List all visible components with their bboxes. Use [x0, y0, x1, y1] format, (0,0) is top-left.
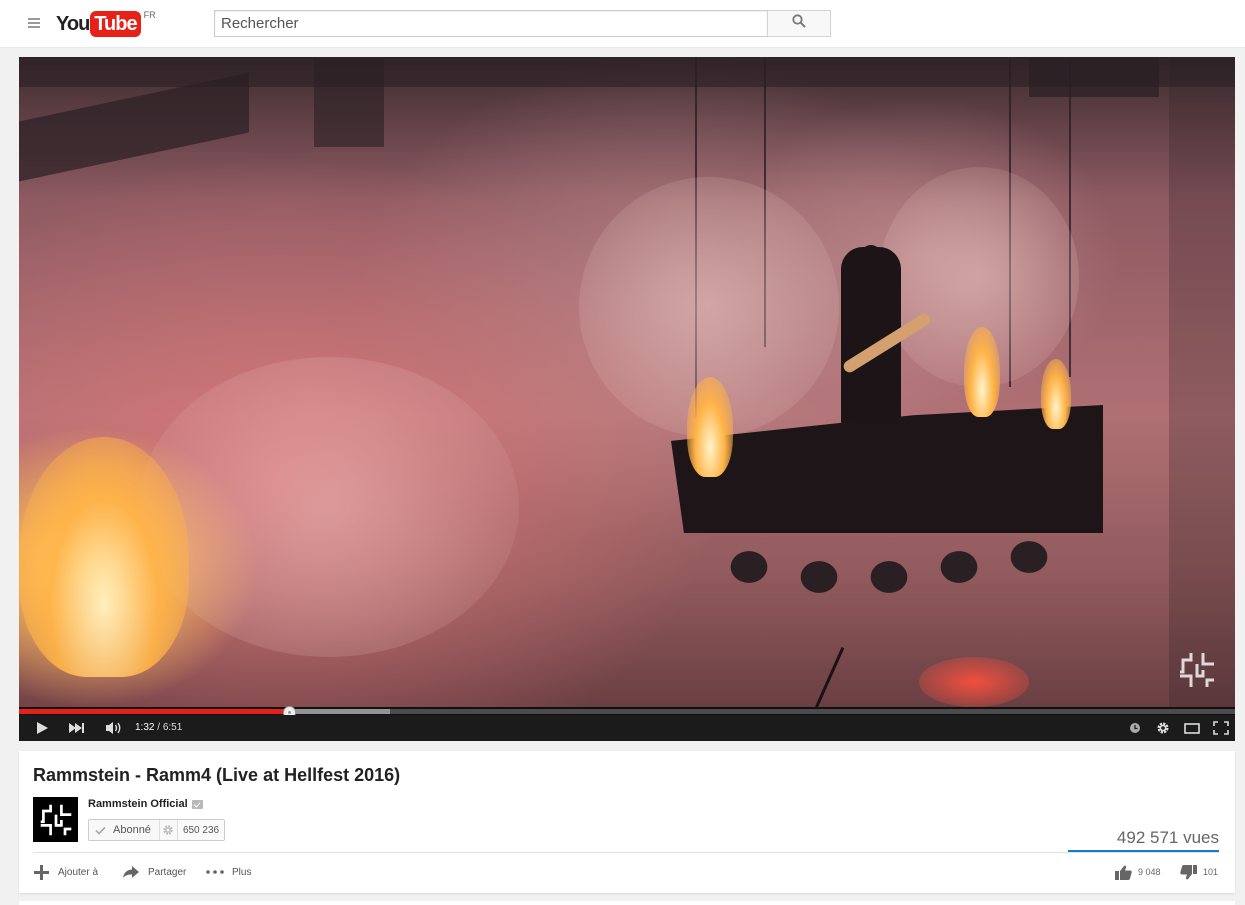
watch-later-icon[interactable]: [1125, 715, 1145, 741]
progress-played: [19, 709, 289, 714]
subscribe-label: Abonné: [113, 824, 151, 836]
like-count: 9 048: [1138, 867, 1161, 877]
search-input[interactable]: [215, 11, 767, 36]
hamburger-menu-icon[interactable]: [24, 16, 44, 32]
subscription-settings-icon[interactable]: [160, 820, 178, 840]
youtube-logo[interactable]: You Tube FR: [56, 10, 156, 38]
progress-bar[interactable]: [19, 706, 1235, 719]
divider: [33, 852, 1219, 853]
search-icon: [792, 14, 806, 33]
like-button[interactable]: 9 048: [1115, 861, 1161, 883]
search-button[interactable]: [767, 10, 831, 37]
share-button[interactable]: Partager: [122, 860, 186, 884]
masthead: You Tube FR: [0, 0, 1245, 48]
fullscreen-icon[interactable]: [1210, 715, 1232, 741]
view-count: 492 571 vues: [1116, 828, 1219, 847]
verified-badge-icon: [191, 799, 203, 809]
next-card-edge: [19, 901, 1235, 905]
channel-avatar[interactable]: [33, 797, 78, 842]
channel-watermark-icon[interactable]: [1177, 650, 1217, 690]
player-controls: 1:32 / 6:51: [19, 715, 1235, 741]
more-label: Plus: [232, 866, 252, 878]
video-player[interactable]: 1:32 / 6:51: [19, 57, 1235, 741]
video-frame[interactable]: [19, 57, 1235, 707]
subscribe-button[interactable]: Abonné 650 236: [88, 819, 226, 841]
subscribe-main[interactable]: Abonné: [89, 820, 160, 840]
share-icon: [122, 865, 140, 879]
current-time: 1:32: [135, 722, 155, 733]
dislike-button[interactable]: 101: [1180, 861, 1218, 883]
time-display: 1:32 / 6:51: [135, 715, 182, 741]
duration: 6:51: [162, 722, 183, 733]
logo-text-tube: Tube: [90, 11, 141, 37]
dislike-count: 101: [1203, 867, 1219, 877]
search-box: [214, 10, 768, 37]
volume-icon[interactable]: [103, 715, 125, 741]
add-to-label: Ajouter à: [58, 866, 99, 878]
plus-icon: [33, 864, 50, 881]
next-icon[interactable]: [65, 715, 87, 741]
settings-icon[interactable]: [1153, 715, 1173, 741]
video-title: Rammstein - Ramm4 (Live at Hellfest 2016…: [33, 765, 401, 785]
more-dots-icon: [206, 870, 224, 874]
channel-name-text[interactable]: Rammstein Official: [88, 798, 188, 810]
thumbs-up-icon: [1115, 865, 1132, 880]
channel-name[interactable]: Rammstein Official: [88, 798, 203, 810]
logo-text-you: You: [56, 13, 90, 35]
logo-country-code: FR: [143, 10, 156, 20]
checkmark-icon: [95, 826, 106, 835]
share-label: Partager: [148, 866, 187, 878]
more-button[interactable]: Plus: [206, 860, 251, 884]
add-to-button[interactable]: Ajouter à: [33, 860, 98, 884]
time-separator: /: [154, 722, 163, 733]
video-info-card: Rammstein - Ramm4 (Live at Hellfest 2016…: [19, 751, 1235, 893]
thumbs-down-icon: [1180, 864, 1197, 880]
subscriber-count: 650 236: [177, 820, 225, 840]
play-icon[interactable]: [31, 715, 53, 741]
theater-mode-icon[interactable]: [1181, 715, 1203, 741]
